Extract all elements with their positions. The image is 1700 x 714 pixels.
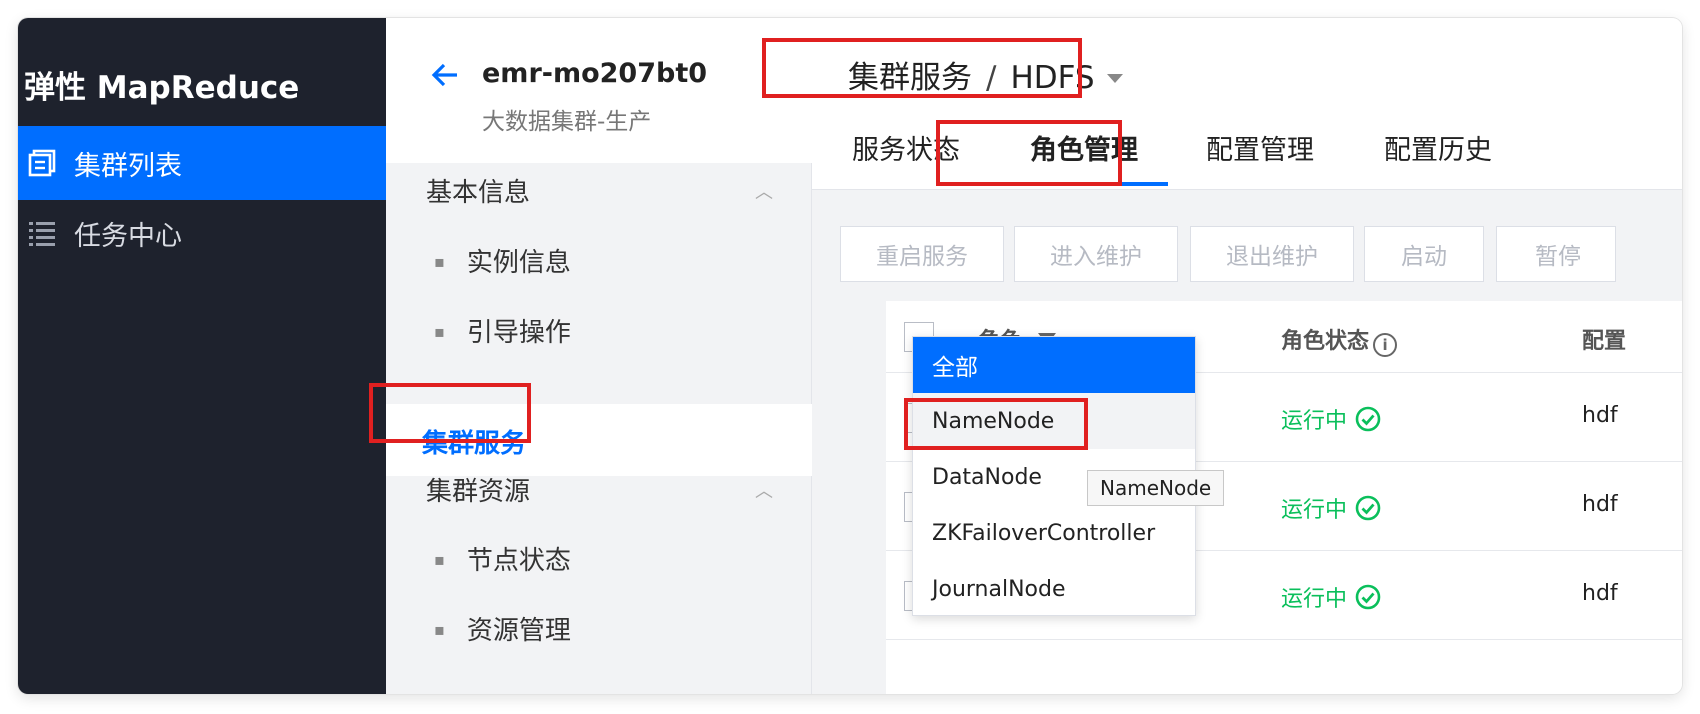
breadcrumb: 集群服务 / HDFS (848, 52, 1123, 97)
role-option-journalnode[interactable]: JournalNode (913, 561, 1195, 617)
status-label: 运行中 (1281, 409, 1348, 434)
service-selector[interactable]: HDFS (1010, 60, 1094, 96)
pause-button[interactable]: 暂停 (1496, 226, 1616, 282)
app-window: 弹性 MapReduce 集群列表 任务中心 emr-mo207bt0 大数据集… (18, 18, 1682, 694)
task-list-icon (22, 213, 62, 253)
tab-role-management[interactable]: 角色管理 (1030, 128, 1138, 167)
product-title: 弹性 MapReduce (24, 70, 300, 106)
check-circle-icon (1355, 495, 1381, 521)
cluster-header: emr-mo207bt0 大数据集群-生产 (386, 18, 812, 163)
subnav-item-label: 实例信息 (466, 248, 571, 278)
sidebar-item-cluster-list[interactable]: 集群列表 (18, 126, 386, 200)
cluster-list-icon (22, 143, 62, 183)
sidebar-item-task-center[interactable]: 任务中心 (18, 196, 386, 270)
chevron-up-icon[interactable]: ︿ (755, 477, 773, 503)
breadcrumb-root[interactable]: 集群服务 (848, 60, 972, 96)
chevron-up-icon[interactable]: ︿ (755, 178, 773, 204)
bullet-icon: ▪ (434, 252, 445, 271)
cluster-name: 大数据集群-生产 (482, 109, 652, 135)
restart-service-button[interactable]: 重启服务 (840, 226, 1004, 282)
active-tab-indicator (1026, 182, 1168, 186)
subnav-item-label: 引导操作 (466, 318, 571, 348)
caret-down-icon[interactable] (1106, 74, 1123, 83)
start-button[interactable]: 启动 (1364, 226, 1484, 282)
subnav-item-instance-info[interactable]: ▪ 实例信息 (434, 242, 571, 279)
arrow-left-icon[interactable] (430, 54, 460, 98)
config-cell: hdf (1582, 581, 1618, 606)
bullet-icon: ▪ (434, 322, 445, 341)
role-option-zkfailovercontroller[interactable]: ZKFailoverController (913, 505, 1195, 561)
config-cell: hdf (1582, 403, 1618, 428)
bullet-icon: ▪ (434, 550, 445, 569)
tab-config-management[interactable]: 配置管理 (1206, 128, 1314, 167)
subnav-item-bootstrap-actions[interactable]: ▪ 引导操作 (434, 312, 571, 349)
status-running: 运行中 (1281, 581, 1381, 613)
subnav-item-label: 集群服务 (422, 429, 527, 459)
column-role-status: 角色状态 i (1281, 323, 1398, 357)
cluster-id: emr-mo207bt0 (482, 58, 708, 89)
status-label: 运行中 (1281, 587, 1348, 612)
option-tooltip: NameNode (1087, 470, 1225, 506)
primary-sidebar: 弹性 MapReduce 集群列表 任务中心 (18, 18, 386, 694)
enter-maintenance-button[interactable]: 进入维护 (1014, 226, 1178, 282)
role-option-all[interactable]: 全部 (913, 337, 1195, 393)
status-label: 运行中 (1281, 498, 1348, 523)
config-cell: hdf (1582, 492, 1618, 517)
role-option-namenode[interactable]: NameNode (913, 393, 1195, 449)
tab-service-status[interactable]: 服务状态 (852, 128, 960, 167)
tab-config-history[interactable]: 配置历史 (1384, 128, 1492, 167)
secondary-sidebar: emr-mo207bt0 大数据集群-生产 基本信息 ︿ ▪ 实例信息 ▪ 引导操作… (386, 18, 812, 694)
subnav-item-resource-management[interactable]: ▪ 资源管理 (434, 610, 571, 647)
bullet-icon: ▪ (434, 620, 445, 639)
breadcrumb-separator: / (986, 60, 997, 96)
column-config: 配置 (1582, 329, 1627, 354)
status-running: 运行中 (1281, 492, 1381, 524)
status-running: 运行中 (1281, 403, 1381, 435)
info-icon[interactable]: i (1373, 333, 1398, 357)
sidebar-item-label: 任务中心 (74, 220, 182, 252)
subnav-item-label: 资源管理 (466, 616, 571, 646)
page-header: 集群服务 / HDFS 服务状态 角色管理 配置管理 配置历史 (812, 18, 1682, 190)
column-header-label: 角色状态 (1281, 329, 1370, 354)
subnav-item-label: 节点状态 (466, 546, 571, 576)
sidebar-item-label: 集群列表 (74, 150, 182, 182)
check-circle-icon (1355, 584, 1381, 610)
subnav-item-node-status[interactable]: ▪ 节点状态 (434, 540, 571, 577)
subnav-group-cluster-resources[interactable]: 集群资源 (426, 471, 530, 508)
check-circle-icon (1355, 406, 1381, 432)
subnav-group-basic-info[interactable]: 基本信息 (426, 172, 530, 209)
exit-maintenance-button[interactable]: 退出维护 (1190, 226, 1354, 282)
